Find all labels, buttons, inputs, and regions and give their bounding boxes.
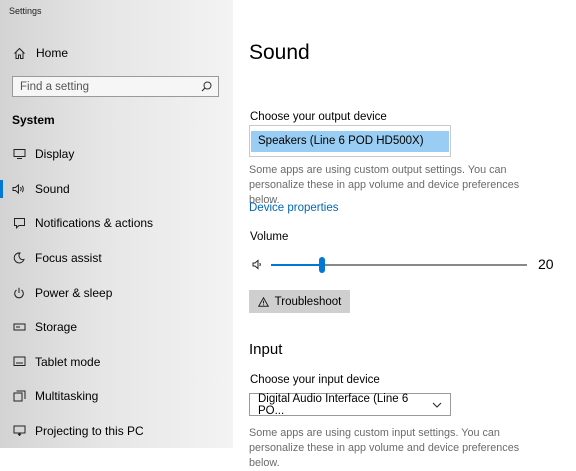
input-heading: Input: [249, 341, 283, 358]
sidebar-item-label: Power & sleep: [35, 285, 113, 300]
page-title: Sound: [249, 41, 310, 64]
home-icon: [12, 47, 26, 60]
sidebar-item-label: Notifications & actions: [35, 216, 154, 231]
sidebar-item-storage[interactable]: Storage: [0, 310, 233, 345]
sidebar-item-projecting[interactable]: Projecting to this PC: [0, 414, 233, 448]
troubleshoot-button[interactable]: Troubleshoot: [249, 290, 350, 313]
sidebar-item-tablet-mode[interactable]: Tablet mode: [0, 345, 233, 380]
notifications-icon: [12, 217, 26, 230]
storage-icon: [12, 322, 26, 332]
output-device-select[interactable]: Speakers (Line 6 POD HD500X): [249, 125, 451, 157]
input-device-selected: Digital Audio Interface (Line 6 PO...: [258, 392, 409, 417]
sidebar-item-multitasking[interactable]: Multitasking: [0, 379, 233, 414]
output-device-label: Choose your output device: [250, 111, 387, 123]
warning-icon: [257, 296, 269, 307]
search-input[interactable]: Find a setting: [12, 76, 219, 97]
search-icon[interactable]: [201, 81, 212, 92]
input-device-label: Choose your input device: [250, 374, 380, 386]
power-icon: [12, 287, 26, 299]
sidebar: Settings Home Find a setting System Disp…: [0, 0, 233, 448]
input-description: Some apps are using custom input setting…: [249, 427, 520, 469]
display-icon: [12, 148, 26, 160]
volume-value: 20: [538, 256, 554, 272]
sidebar-item-label: Storage: [35, 320, 78, 335]
volume-label: Volume: [250, 231, 289, 243]
troubleshoot-label: Troubleshoot: [274, 295, 342, 308]
moon-icon: [12, 252, 26, 264]
sidebar-nav: Display Sound Notifications & actions Fo…: [0, 137, 233, 448]
input-device-select[interactable]: Digital Audio Interface (Line 6 PO...: [249, 392, 451, 417]
sidebar-item-label: Display: [35, 147, 75, 162]
projecting-icon: [12, 425, 26, 437]
device-properties-link[interactable]: Device properties: [249, 202, 338, 214]
chevron-down-icon: [432, 402, 442, 408]
volume-slider[interactable]: [271, 257, 527, 273]
sidebar-item-sound[interactable]: Sound: [0, 172, 233, 207]
sidebar-item-label: Multitasking: [35, 389, 99, 404]
sidebar-item-label: Focus assist: [35, 251, 102, 266]
output-device-selected[interactable]: Speakers (Line 6 POD HD500X): [251, 131, 449, 152]
sidebar-item-display[interactable]: Display: [0, 137, 233, 172]
sidebar-item-notifications[interactable]: Notifications & actions: [0, 206, 233, 241]
sidebar-item-home[interactable]: Home: [0, 40, 233, 66]
sidebar-item-label: Sound: [35, 181, 70, 196]
tablet-icon: [12, 356, 26, 367]
volume-slider-fill: [271, 264, 323, 266]
search-placeholder: Find a setting: [20, 80, 90, 93]
section-title: System: [12, 113, 55, 127]
volume-icon[interactable]: [252, 259, 263, 270]
multitasking-icon: [12, 390, 26, 402]
sidebar-item-focus-assist[interactable]: Focus assist: [0, 241, 233, 276]
window-title: Settings: [9, 6, 42, 16]
speaker-icon: [12, 183, 26, 195]
sidebar-item-label: Projecting to this PC: [35, 424, 144, 439]
main-content: Sound Choose your output device Speakers…: [233, 0, 576, 469]
volume-slider-thumb[interactable]: [319, 257, 326, 273]
sidebar-item-label: Home: [36, 46, 69, 60]
sidebar-item-label: Tablet mode: [35, 354, 101, 369]
sidebar-item-power-sleep[interactable]: Power & sleep: [0, 275, 233, 310]
